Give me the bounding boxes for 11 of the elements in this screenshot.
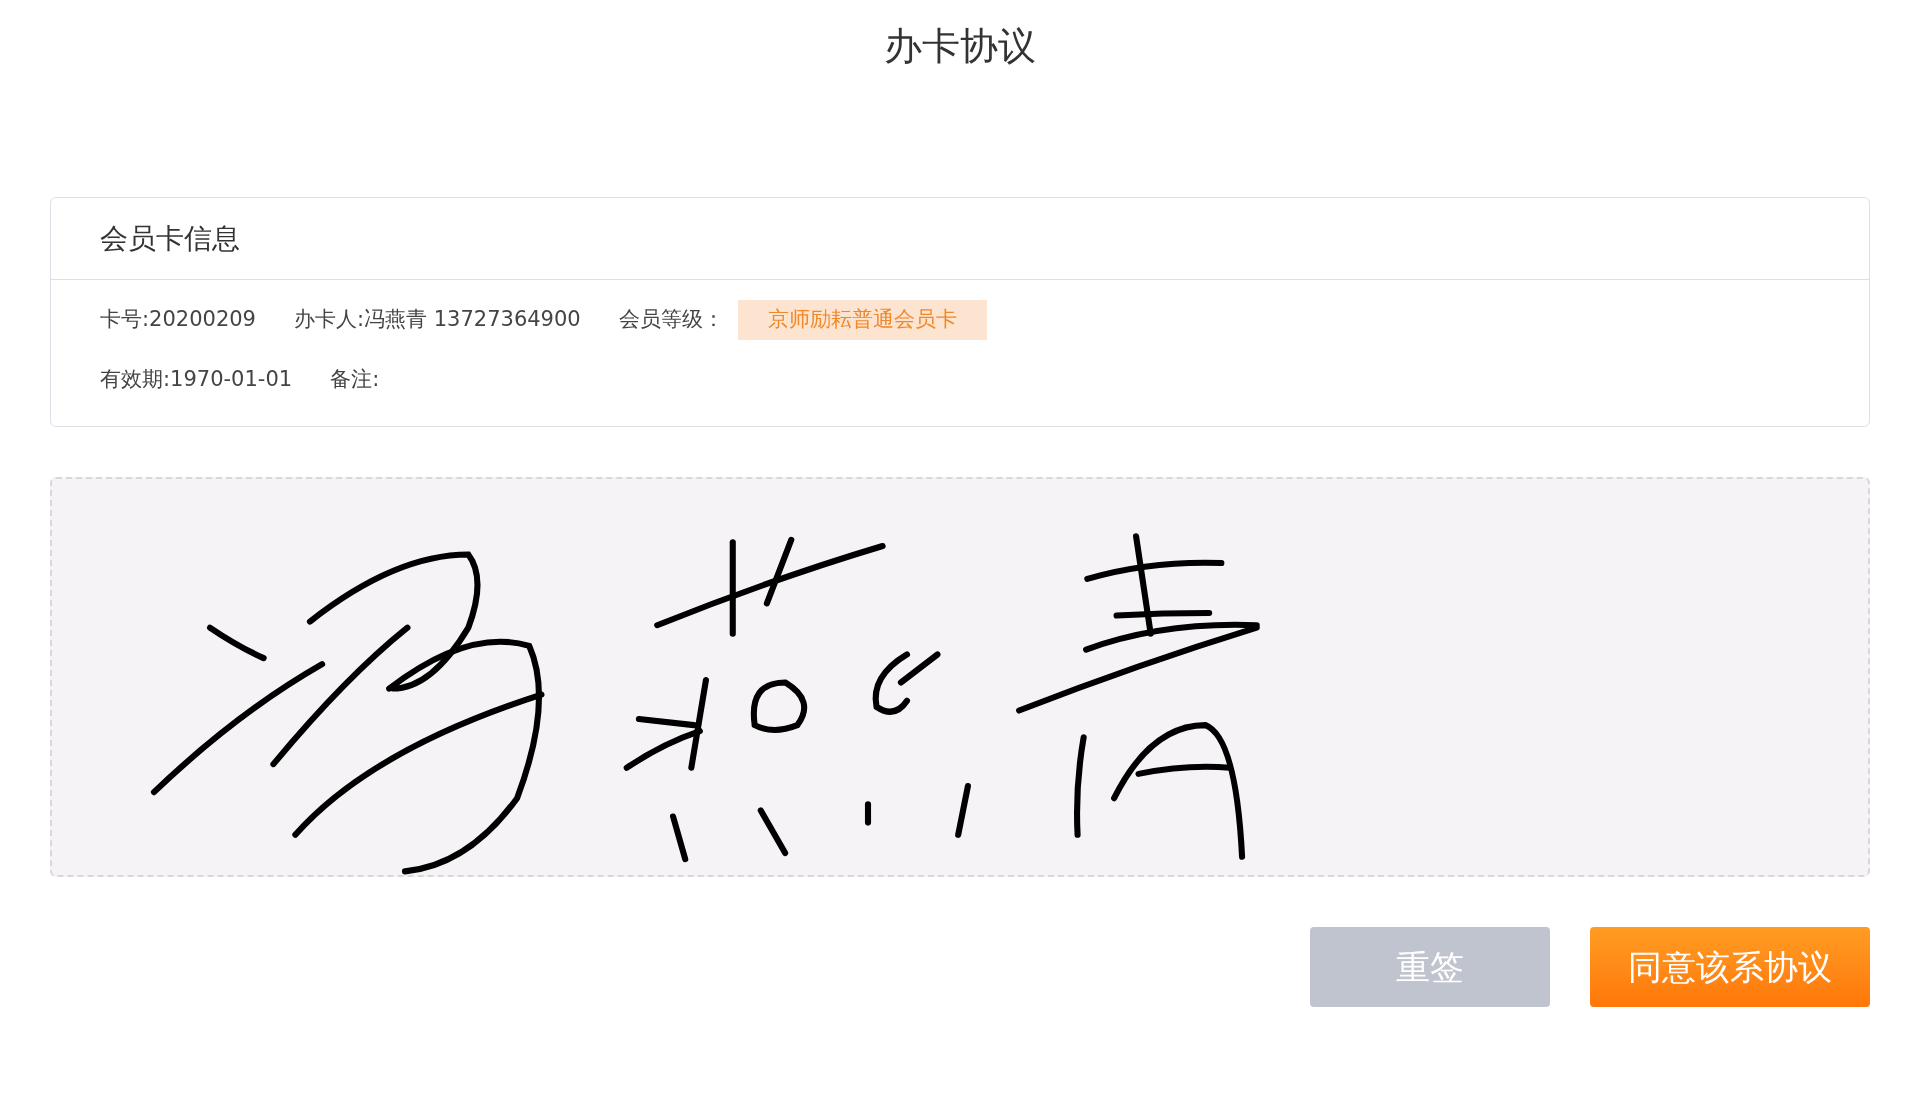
info-text: 卡号:20200209 bbox=[100, 306, 256, 334]
re-sign-button[interactable]: 重签 bbox=[1310, 927, 1550, 1007]
panel-title: 会员卡信息 bbox=[100, 220, 240, 257]
page-title: 办卡协议 bbox=[884, 23, 1036, 70]
agree-button[interactable]: 同意该系协议 bbox=[1590, 927, 1870, 1007]
info-text: 有效期:1970-01-01 bbox=[100, 366, 293, 394]
level-badge: 京师励耘普通会员卡 bbox=[737, 300, 987, 340]
signature-pad[interactable] bbox=[50, 477, 1870, 877]
info-text: 会员等级： bbox=[618, 306, 724, 334]
info-text: 办卡人:冯燕青 13727364900 bbox=[293, 306, 581, 334]
info-text: 备注: bbox=[330, 366, 380, 394]
